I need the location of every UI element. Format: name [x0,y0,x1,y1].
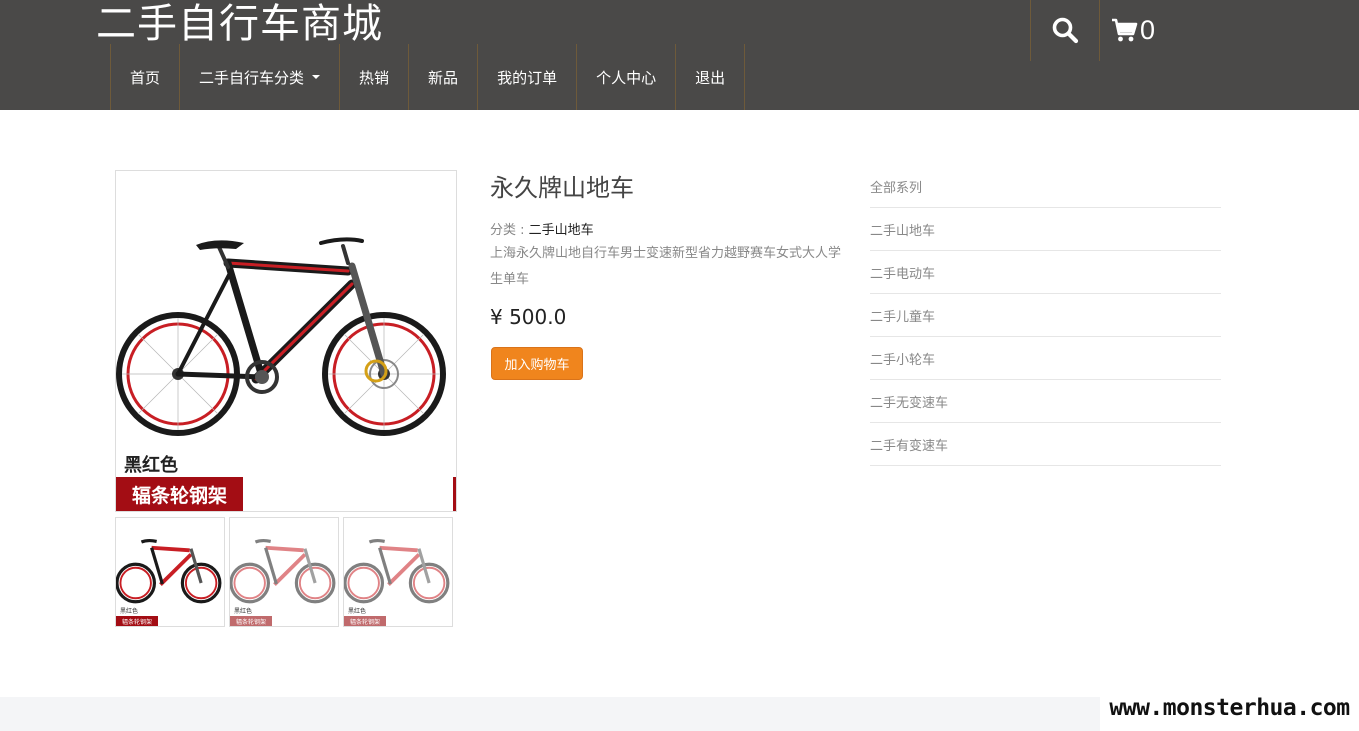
image-spoke-label: 辐条轮钢架 [116,477,243,511]
sidebar-item-mountain[interactable]: 二手山地车 [870,208,1221,251]
product-description: 上海永久牌山地自行车男士变速新型省力越野赛车女式大人学生单车 [490,246,842,287]
header-divider [1099,0,1100,61]
sidebar-item-electric[interactable]: 二手电动车 [870,251,1221,294]
top-header: 二手自行车商城 首页 二手自行车分类 热销 新品 我的订单 个人中心 退出 0 [0,0,1359,110]
nav-profile[interactable]: 个人中心 [576,44,675,110]
image-color-label: 黑红色 [124,455,178,476]
thumb-spoke-label: 辐条轮钢架 [230,616,272,626]
sidebar-item-no-gear[interactable]: 二手无变速车 [870,380,1221,423]
nav-orders-label: 我的订单 [497,68,558,87]
thumbnail-2[interactable]: 黑红色 辐条轮钢架 [229,517,339,627]
thumbnail-strip: 黑红色 辐条轮钢架 黑红色 辐条轮钢架 黑红色 辐条轮钢架 [115,517,453,627]
nav-category-label: 二手自行车分类 [199,68,305,87]
product-main-image: 黑红色 辐条轮钢架 [115,170,457,512]
thumb-spoke-label: 辐条轮钢架 [116,616,158,626]
nav-home-label: 首页 [130,68,161,87]
nav-new[interactable]: 新品 [408,44,477,110]
category-link[interactable]: 二手山地车 [529,223,594,238]
thumbnail-3[interactable]: 黑红色 辐条轮钢架 [343,517,453,627]
nav-home[interactable]: 首页 [110,44,179,110]
product-price: ¥ 500.0 [490,305,567,329]
category-sidebar: 全部系列 二手山地车 二手电动车 二手儿童车 二手小轮车 二手无变速车 二手有变… [870,165,1221,466]
nav-hot-label: 热销 [359,68,390,87]
cart-count: 0 [1140,14,1156,45]
nav-logout-label: 退出 [695,68,726,87]
nav-my-orders[interactable]: 我的订单 [477,44,576,110]
thumbnail-1[interactable]: 黑红色 辐条轮钢架 [115,517,225,627]
product-title: 永久牌山地车 [490,174,634,202]
nav-category-dropdown[interactable]: 二手自行车分类 [179,44,339,110]
thumb-spoke-label: 辐条轮钢架 [344,616,386,626]
product-category-line: 分类 : 二手山地车 [490,219,594,238]
sidebar-item-small-wheel[interactable]: 二手小轮车 [870,337,1221,380]
bike-image [116,237,446,436]
category-prefix: 分类 : [490,223,529,238]
thumb-color-label: 黑红色 [348,608,367,615]
add-to-cart-button[interactable]: 加入购物车 [491,347,583,380]
nav-hot[interactable]: 热销 [339,44,408,110]
main-nav: 首页 二手自行车分类 热销 新品 我的订单 个人中心 退出 [110,44,746,110]
cart-button[interactable]: 0 [1110,8,1155,52]
caret-down-icon [312,75,321,79]
image-red-edge [453,477,456,511]
nav-profile-label: 个人中心 [596,68,657,87]
watermark: www.monsterhua.com [1100,684,1359,731]
thumb-color-label: 黑红色 [120,608,139,615]
sidebar-item-all[interactable]: 全部系列 [870,165,1221,208]
cart-icon [1112,18,1138,42]
sidebar-item-with-gear[interactable]: 二手有变速车 [870,423,1221,466]
nav-new-label: 新品 [428,68,459,87]
nav-logout[interactable]: 退出 [675,44,746,110]
search-button[interactable] [1042,10,1088,50]
sidebar-item-kids[interactable]: 二手儿童车 [870,294,1221,337]
header-divider [1030,0,1031,61]
search-icon [1052,17,1079,44]
thumb-color-label: 黑红色 [234,608,253,615]
